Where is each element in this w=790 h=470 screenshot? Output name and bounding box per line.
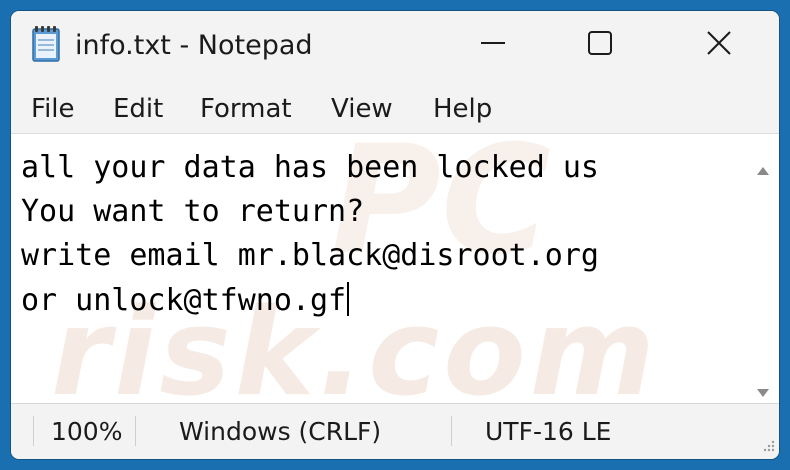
text-editor[interactable]: PC risk.com all your data has been locke… bbox=[11, 114, 747, 423]
close-button[interactable] bbox=[693, 23, 745, 67]
close-icon bbox=[705, 29, 733, 61]
text-line: You want to return? bbox=[21, 194, 365, 229]
resize-grip-icon[interactable] bbox=[761, 437, 775, 456]
vertical-scrollbar[interactable] bbox=[747, 133, 779, 404]
title-bar[interactable]: info.txt - Notepad bbox=[11, 11, 779, 87]
minimize-icon bbox=[479, 29, 507, 61]
status-divider bbox=[135, 416, 136, 446]
notepad-window: info.txt - Notepad File Edit Format View… bbox=[11, 11, 779, 459]
text-line: write email mr.black@disroot.org bbox=[21, 238, 599, 273]
text-line-content: or unlock@tfwno.gf bbox=[21, 283, 347, 318]
text-caret bbox=[347, 282, 350, 316]
maximize-icon bbox=[586, 29, 614, 61]
menu-format[interactable]: Format bbox=[200, 91, 292, 127]
menu-file[interactable]: File bbox=[31, 91, 75, 127]
zoom-level: 100% bbox=[51, 417, 123, 446]
scroll-down-arrow-icon[interactable] bbox=[756, 384, 770, 403]
encoding: UTF-16 LE bbox=[485, 417, 612, 446]
status-bar: 100% Windows (CRLF) UTF-16 LE bbox=[11, 403, 779, 459]
text-line-last: or unlock@tfwno.gf bbox=[21, 282, 350, 319]
scroll-up-arrow-icon[interactable] bbox=[756, 162, 770, 181]
maximize-button[interactable] bbox=[574, 23, 626, 67]
menu-edit[interactable]: Edit bbox=[113, 91, 163, 127]
status-divider bbox=[451, 416, 452, 446]
line-ending: Windows (CRLF) bbox=[179, 417, 382, 446]
text-line: all your data has been locked us bbox=[21, 150, 599, 185]
window-title: info.txt - Notepad bbox=[75, 30, 313, 61]
minimize-button[interactable] bbox=[467, 23, 519, 67]
status-divider bbox=[33, 416, 34, 446]
notepad-icon bbox=[31, 25, 61, 63]
